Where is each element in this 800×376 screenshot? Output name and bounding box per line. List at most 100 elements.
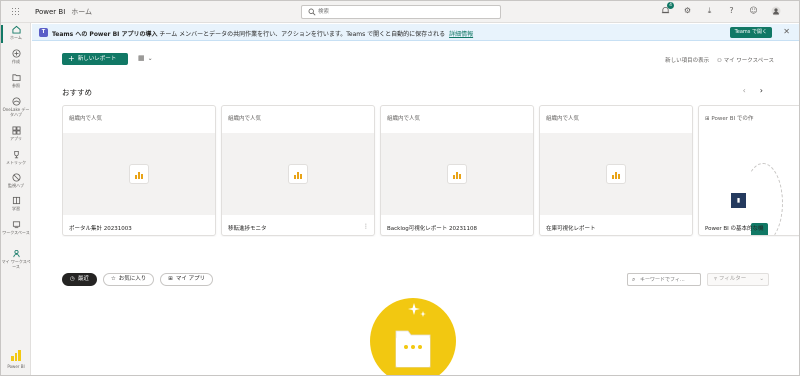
download-icon: ⤓	[707, 5, 712, 15]
chart-tile-icon: ▮	[731, 193, 746, 208]
card-title[interactable]: 移転進捗モニタ	[228, 224, 267, 232]
chevron-down-icon: ⌄	[147, 55, 153, 62]
report-icon	[447, 164, 467, 184]
app-window: Power BI ホーム 4 ⚙ ⤓ ? ☺	[0, 0, 800, 376]
report-icon	[129, 164, 149, 184]
nav-label-workspaces: ワークスペース	[2, 230, 30, 235]
plus-icon: +	[68, 54, 75, 63]
recommended-card[interactable]: ⊞ Power BI での作 ▮ Power BI の基本的な機	[698, 105, 799, 236]
nav-create[interactable]: 作成	[1, 49, 31, 64]
chevron-left-icon[interactable]: ‹	[743, 86, 746, 95]
nav-onelake[interactable]: OneLake データハブ	[1, 97, 31, 117]
card-category: 組織内で人気	[69, 116, 103, 122]
avatar	[771, 6, 780, 15]
help-button[interactable]: ?	[726, 5, 737, 16]
nav-browse[interactable]: 参照	[1, 73, 31, 88]
recommended-cards: 組織内で人気 ポータル集計 20231003 組織内で人気 移転進捗モニタ ⋮ …	[62, 105, 799, 237]
nav-workspaces[interactable]: ワークスペース	[1, 220, 31, 235]
card-title[interactable]: 在庫可視化レポート	[546, 224, 596, 232]
card-thumbnail	[63, 133, 215, 215]
account-button[interactable]	[770, 5, 781, 16]
notification-badge: 4	[667, 2, 674, 9]
banner-learn-more-link[interactable]: 詳細情報	[449, 31, 473, 38]
empty-folder-illustration	[370, 298, 456, 375]
recommended-title: おすすめ	[62, 88, 92, 97]
app-name: Power BI	[35, 8, 66, 16]
recommended-card[interactable]: 組織内で人気 ポータル集計 20231003	[62, 105, 216, 236]
nav-apps[interactable]: アプリ	[1, 126, 31, 141]
nav-label-create: 作成	[12, 59, 20, 64]
card-title[interactable]: Power BI の基本的な機	[705, 224, 764, 232]
my-workspace-link[interactable]: マイ ワークスペース	[724, 58, 774, 64]
carousel-nav: ‹ ›	[743, 86, 763, 95]
share-feedback-button[interactable]: ☺	[748, 5, 759, 16]
recommended-card[interactable]: 組織内で人気 移転進捗モニタ ⋮	[221, 105, 375, 236]
more-options-icon[interactable]: ⋮	[363, 223, 369, 230]
nav-label-apps: アプリ	[10, 136, 22, 141]
card-title[interactable]: Backlog可視化レポート 20231108	[387, 224, 477, 232]
apps-icon: ⊞	[168, 276, 173, 282]
card-thumbnail	[381, 133, 533, 215]
report-icon	[288, 164, 308, 184]
header-right-actions: 新しい項目の表示 ⚇ マイ ワークスペース	[665, 56, 774, 64]
help-icon: ?	[729, 6, 734, 15]
nav-footer-label[interactable]: Power BI	[1, 364, 31, 369]
search-icon	[308, 8, 316, 16]
nav-monitor[interactable]: 監視ハブ	[1, 173, 31, 188]
filter-label: フィルター	[718, 276, 747, 282]
plus-circle-icon	[11, 49, 21, 58]
trophy-icon	[13, 150, 19, 159]
tab-favorites[interactable]: ☆ お気に入り	[102, 273, 155, 286]
card-category: 組織内で人気	[228, 116, 262, 122]
book-icon	[12, 196, 20, 205]
card-category: ⊞ Power BI での作	[705, 114, 753, 122]
grid-view-icon: ▦	[138, 54, 145, 62]
apps-icon	[11, 126, 21, 135]
keyword-filter[interactable]: ⌕	[627, 273, 701, 286]
folder-icon	[11, 74, 21, 82]
clock-icon: ◷	[70, 276, 75, 282]
feedback-icon: ☺	[749, 6, 758, 15]
filter-dropdown[interactable]: ⫧ フィルター ⌄	[707, 273, 769, 286]
person-icon	[12, 249, 20, 258]
tab-my-apps-label: マイ アプリ	[175, 276, 206, 282]
chevron-down-icon: ⌄	[759, 276, 764, 282]
close-icon[interactable]: ✕	[783, 27, 790, 36]
notifications-button[interactable]: 4	[660, 2, 674, 16]
tab-recent-label: 最近	[77, 276, 89, 282]
nav-label-onelake: OneLake データハブ	[2, 107, 30, 117]
global-search[interactable]	[301, 5, 501, 19]
app-launcher-icon[interactable]	[11, 7, 20, 16]
card-category: 組織内で人気	[387, 116, 421, 122]
tab-my-apps[interactable]: ⊞ マイ アプリ	[160, 273, 214, 286]
nav-metrics[interactable]: メトリック	[1, 150, 31, 165]
tab-recent[interactable]: ◷ 最近	[62, 273, 97, 286]
settings-button[interactable]: ⚙	[682, 5, 693, 16]
nav-my-workspace[interactable]: マイ ワークスペース	[1, 249, 31, 269]
powerbi-logo-icon	[11, 349, 21, 361]
card-title[interactable]: ポータル集計 20231003	[69, 224, 132, 232]
nav-learn[interactable]: 学習	[1, 196, 31, 211]
new-items-toggle[interactable]: 新しい項目の表示	[665, 58, 709, 64]
nav-label-metrics: メトリック	[6, 160, 26, 165]
workspaces-icon	[12, 221, 20, 229]
top-bar: Power BI ホーム 4 ⚙ ⤓ ? ☺	[1, 1, 799, 23]
onelake-icon	[11, 97, 21, 106]
chevron-right-icon[interactable]: ›	[760, 86, 763, 95]
card-category: 組織内で人気	[546, 116, 580, 122]
view-switcher[interactable]: ▦ ⌄	[138, 54, 153, 62]
breadcrumb-home[interactable]: ホーム	[71, 8, 92, 16]
open-in-teams-button[interactable]: Teams で開く	[729, 27, 772, 38]
keyword-filter-input[interactable]	[640, 275, 698, 284]
card-thumbnail	[540, 133, 692, 215]
left-navigation: ホーム 作成 参照 OneLake データハブ アプリ メトリック 監視ハブ 学…	[1, 23, 31, 375]
app-title[interactable]: Power BI ホーム	[35, 7, 92, 17]
download-button[interactable]: ⤓	[704, 5, 715, 16]
gear-icon: ⚙	[683, 6, 692, 15]
new-report-button[interactable]: + 新しいレポート	[62, 53, 128, 65]
search-input[interactable]	[318, 7, 494, 17]
nav-home[interactable]: ホーム	[1, 25, 31, 43]
recommended-card[interactable]: 組織内で人気 在庫可視化レポート	[539, 105, 693, 236]
recommended-card[interactable]: 組織内で人気 Backlog可視化レポート 20231108	[380, 105, 534, 236]
content-tabs: ◷ 最近 ☆ お気に入り ⊞ マイ アプリ	[62, 273, 214, 286]
